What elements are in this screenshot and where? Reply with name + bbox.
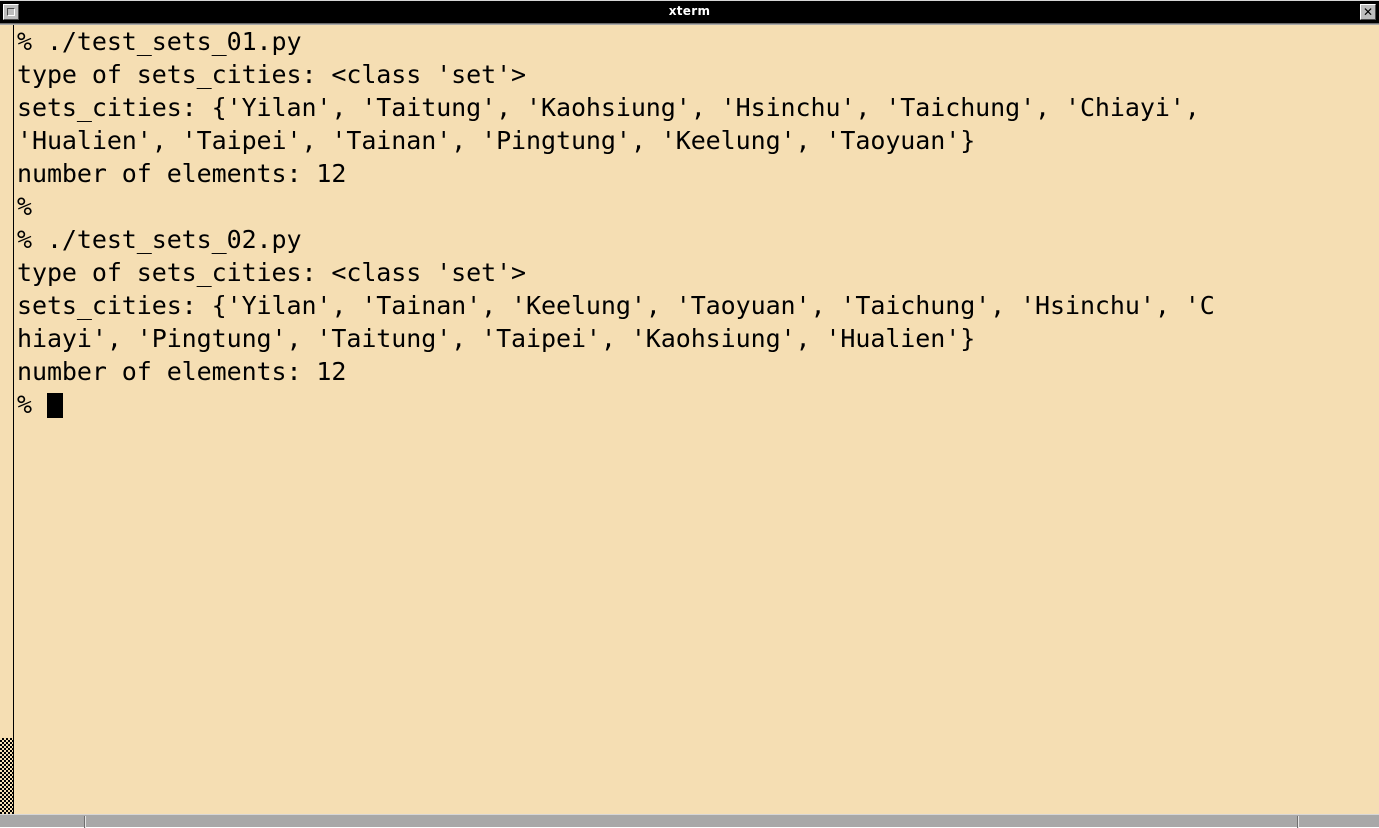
terminal-line: % ./test_sets_02.py — [17, 225, 302, 254]
terminal-line: sets_cities: {'Yilan', 'Tainan', 'Keelun… — [17, 291, 1215, 320]
resize-grip-divider-right-highlight — [1298, 816, 1299, 828]
terminal-line: number of elements: 12 — [17, 159, 347, 188]
window-titlebar[interactable]: xterm ✕ — [0, 0, 1379, 21]
window-title: xterm — [668, 4, 711, 18]
close-icon[interactable]: ✕ — [1360, 4, 1376, 20]
terminal-line: type of sets_cities: <class 'set'> — [17, 60, 527, 89]
terminal-scrollbar[interactable] — [0, 25, 14, 814]
terminal-line: % ./test_sets_01.py — [17, 27, 302, 56]
terminal-line: hiayi', 'Pingtung', 'Taitung', 'Taipei',… — [17, 324, 976, 353]
terminal-line: type of sets_cities: <class 'set'> — [17, 258, 527, 287]
terminal-line: number of elements: 12 — [17, 357, 347, 386]
terminal-prompt-line[interactable]: % — [17, 388, 1379, 421]
shell-prompt: % — [17, 390, 47, 419]
scrollbar-thumb[interactable] — [0, 738, 13, 814]
terminal-screen[interactable]: % ./test_sets_01.py type of sets_cities:… — [17, 25, 1379, 814]
window-menu-inner-square — [7, 8, 15, 16]
xterm-window: xterm ✕ % ./test_sets_01.py type of sets… — [0, 0, 1379, 828]
titlebar-underline — [0, 21, 1379, 24]
terminal-line: % — [17, 192, 32, 221]
text-cursor — [46, 393, 63, 418]
terminal-area[interactable]: % ./test_sets_01.py type of sets_cities:… — [0, 25, 1379, 814]
window-menu-icon[interactable] — [3, 4, 19, 20]
resize-grip-divider-left-highlight — [85, 816, 86, 828]
terminal-line: 'Hualien', 'Taipei', 'Tainan', 'Pingtung… — [17, 126, 976, 155]
terminal-line: sets_cities: {'Yilan', 'Taitung', 'Kaohs… — [17, 93, 1200, 122]
window-bottom-frame[interactable] — [0, 814, 1379, 828]
